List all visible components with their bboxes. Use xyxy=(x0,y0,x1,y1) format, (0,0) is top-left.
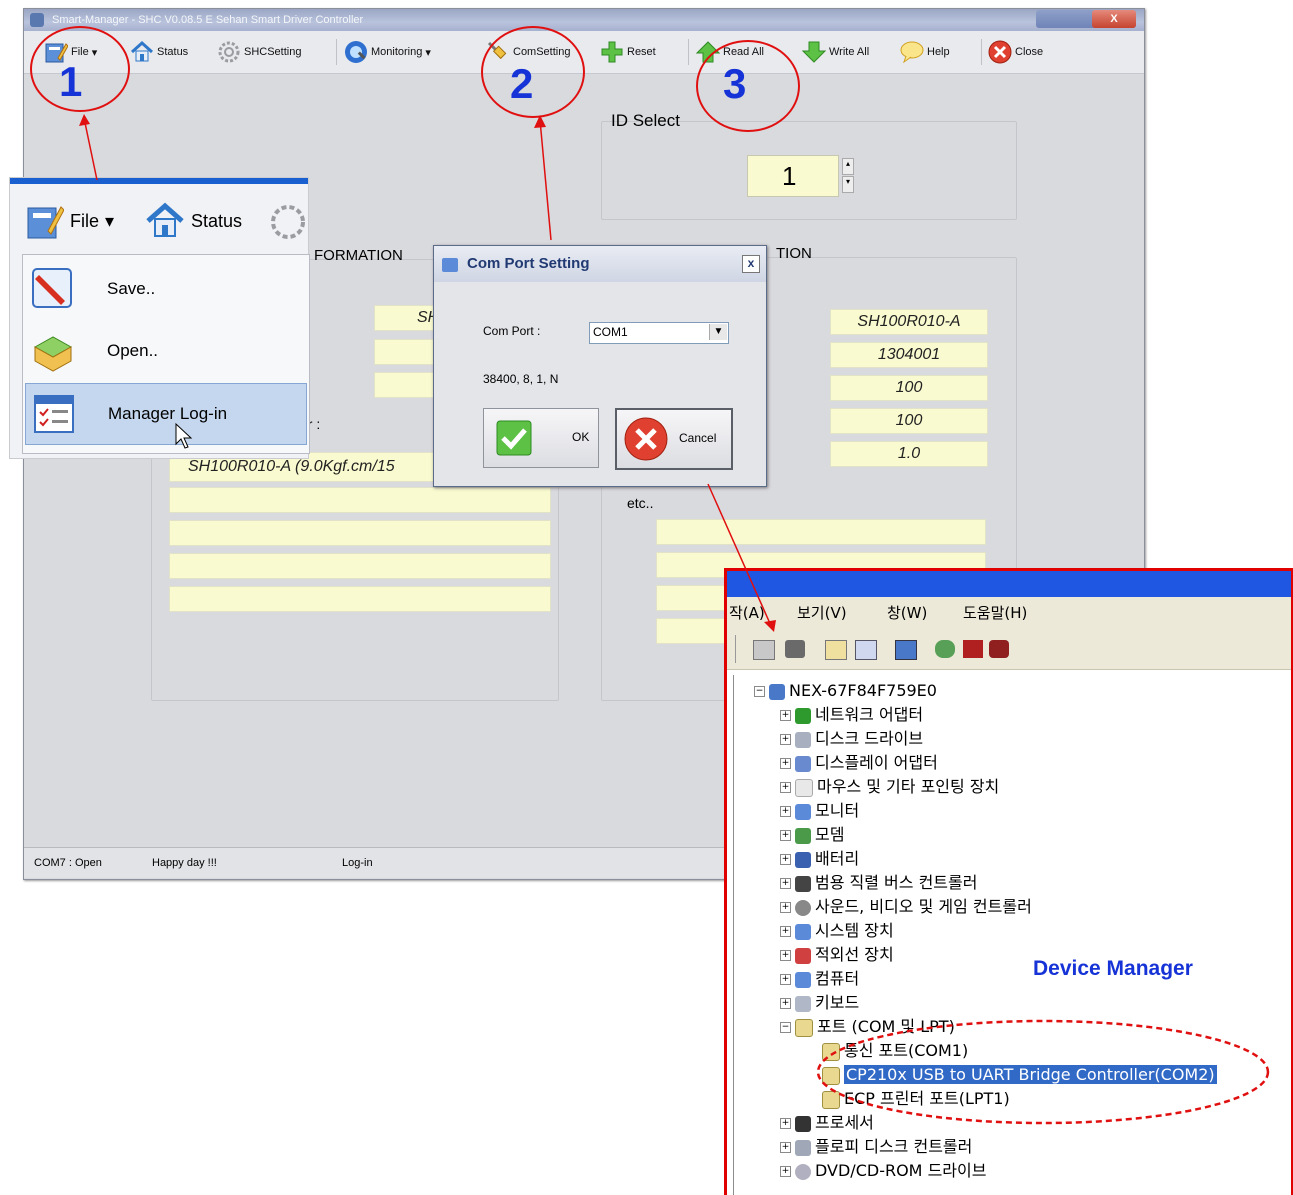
arrow-1 xyxy=(83,117,98,181)
callout-number-3: 3 xyxy=(723,60,747,107)
highlight-ellipse xyxy=(816,1019,1270,1125)
callout-circle-3 xyxy=(696,40,800,132)
annotation-overlay xyxy=(79,114,1270,1125)
arrow-2 xyxy=(539,119,552,241)
callout-number-2: 2 xyxy=(510,60,534,107)
callout-number-1: 1 xyxy=(59,58,83,105)
arrow-dm xyxy=(707,483,773,629)
arrowhead-1 xyxy=(79,114,90,126)
arrowhead-dm xyxy=(764,620,776,632)
